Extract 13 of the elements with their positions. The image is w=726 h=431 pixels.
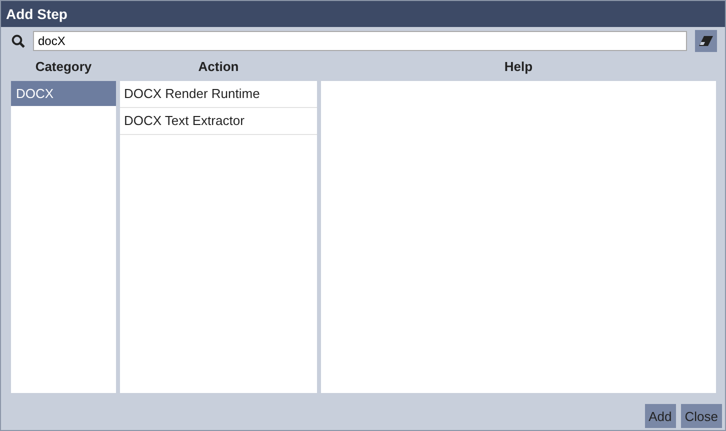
search-field[interactable]: docX (33, 31, 687, 51)
eraser-icon (699, 36, 713, 46)
dialog-button[interactable]: Close (680, 404, 722, 428)
window-title: Add Step (1, 1, 725, 27)
column-header: Category (34, 58, 93, 74)
action-item[interactable]: DOCX Render Runtime (120, 81, 317, 108)
dialog-button[interactable]: Add (644, 404, 676, 428)
category-item[interactable]: DOCX (11, 81, 116, 106)
action-item[interactable]: DOCX Text Extractor (120, 108, 317, 135)
search-icon (11, 34, 25, 48)
column-header: Action (197, 58, 240, 74)
clear-button[interactable] (695, 30, 717, 52)
column-header: Help (503, 58, 534, 74)
